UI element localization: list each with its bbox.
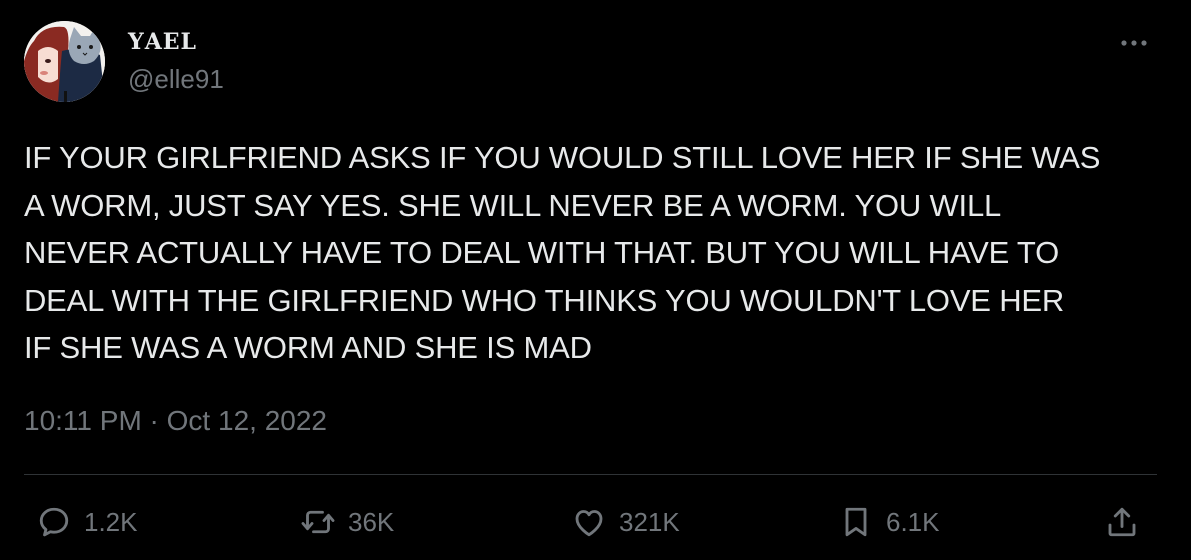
bookmark-button[interactable]: 6.1K (838, 500, 940, 544)
display-name[interactable]: YAEL (128, 28, 197, 56)
share-button[interactable] (1104, 500, 1140, 544)
display-name-initial: Y (128, 29, 145, 55)
user-handle[interactable]: @elle91 (128, 63, 224, 95)
like-count: 321K (619, 506, 680, 537)
retweet-count: 36K (348, 506, 395, 537)
share-icon (1108, 507, 1136, 537)
heart-icon (575, 510, 603, 537)
tweet-text-line: NEVER ACTUALLY HAVE TO DEAL WITH THAT. B… (24, 235, 1060, 270)
tweet-text-line: DEAL WITH THE GIRLFRIEND WHO THINKS YOU … (24, 282, 1065, 318)
bookmark-icon (845, 507, 867, 537)
tweet-text: IF YOUR GIRLFRIEND ASKS IF YOU WOULD STI… (24, 134, 1164, 372)
avatar[interactable] (24, 21, 105, 102)
retweet-icon (301, 510, 335, 534)
reply-button[interactable]: 1.2K (36, 500, 138, 544)
action-bar: 1.2K 36K 321K 6.1K (0, 500, 1191, 544)
more-horizontal-icon (1121, 40, 1147, 46)
reply-count: 1.2K (84, 506, 138, 537)
tweet-text-line: A WORM, JUST SAY YES. SHE WILL NEVER BE … (24, 187, 1002, 223)
retweet-button[interactable]: 36K (300, 500, 394, 544)
tweet-timestamp[interactable]: 10:11 PM · Oct 12, 2022 (24, 404, 327, 438)
more-options-button[interactable] (1117, 30, 1151, 56)
tweet-text-line: IF SHE WAS A WORM AND SHE IS MAD (24, 330, 592, 365)
like-button[interactable]: 321K (571, 500, 680, 544)
tweet-card: YAEL @elle91 IF YOUR GIRLFRIEND ASKS IF … (0, 0, 1191, 560)
reply-icon (39, 507, 69, 537)
divider (24, 474, 1157, 475)
tweet-text-line: IF YOUR GIRLFRIEND ASKS IF YOU WOULD STI… (24, 140, 1101, 175)
avatar-image (24, 21, 105, 102)
bookmark-count: 6.1K (886, 506, 940, 537)
display-name-rest: AEL (144, 29, 198, 55)
